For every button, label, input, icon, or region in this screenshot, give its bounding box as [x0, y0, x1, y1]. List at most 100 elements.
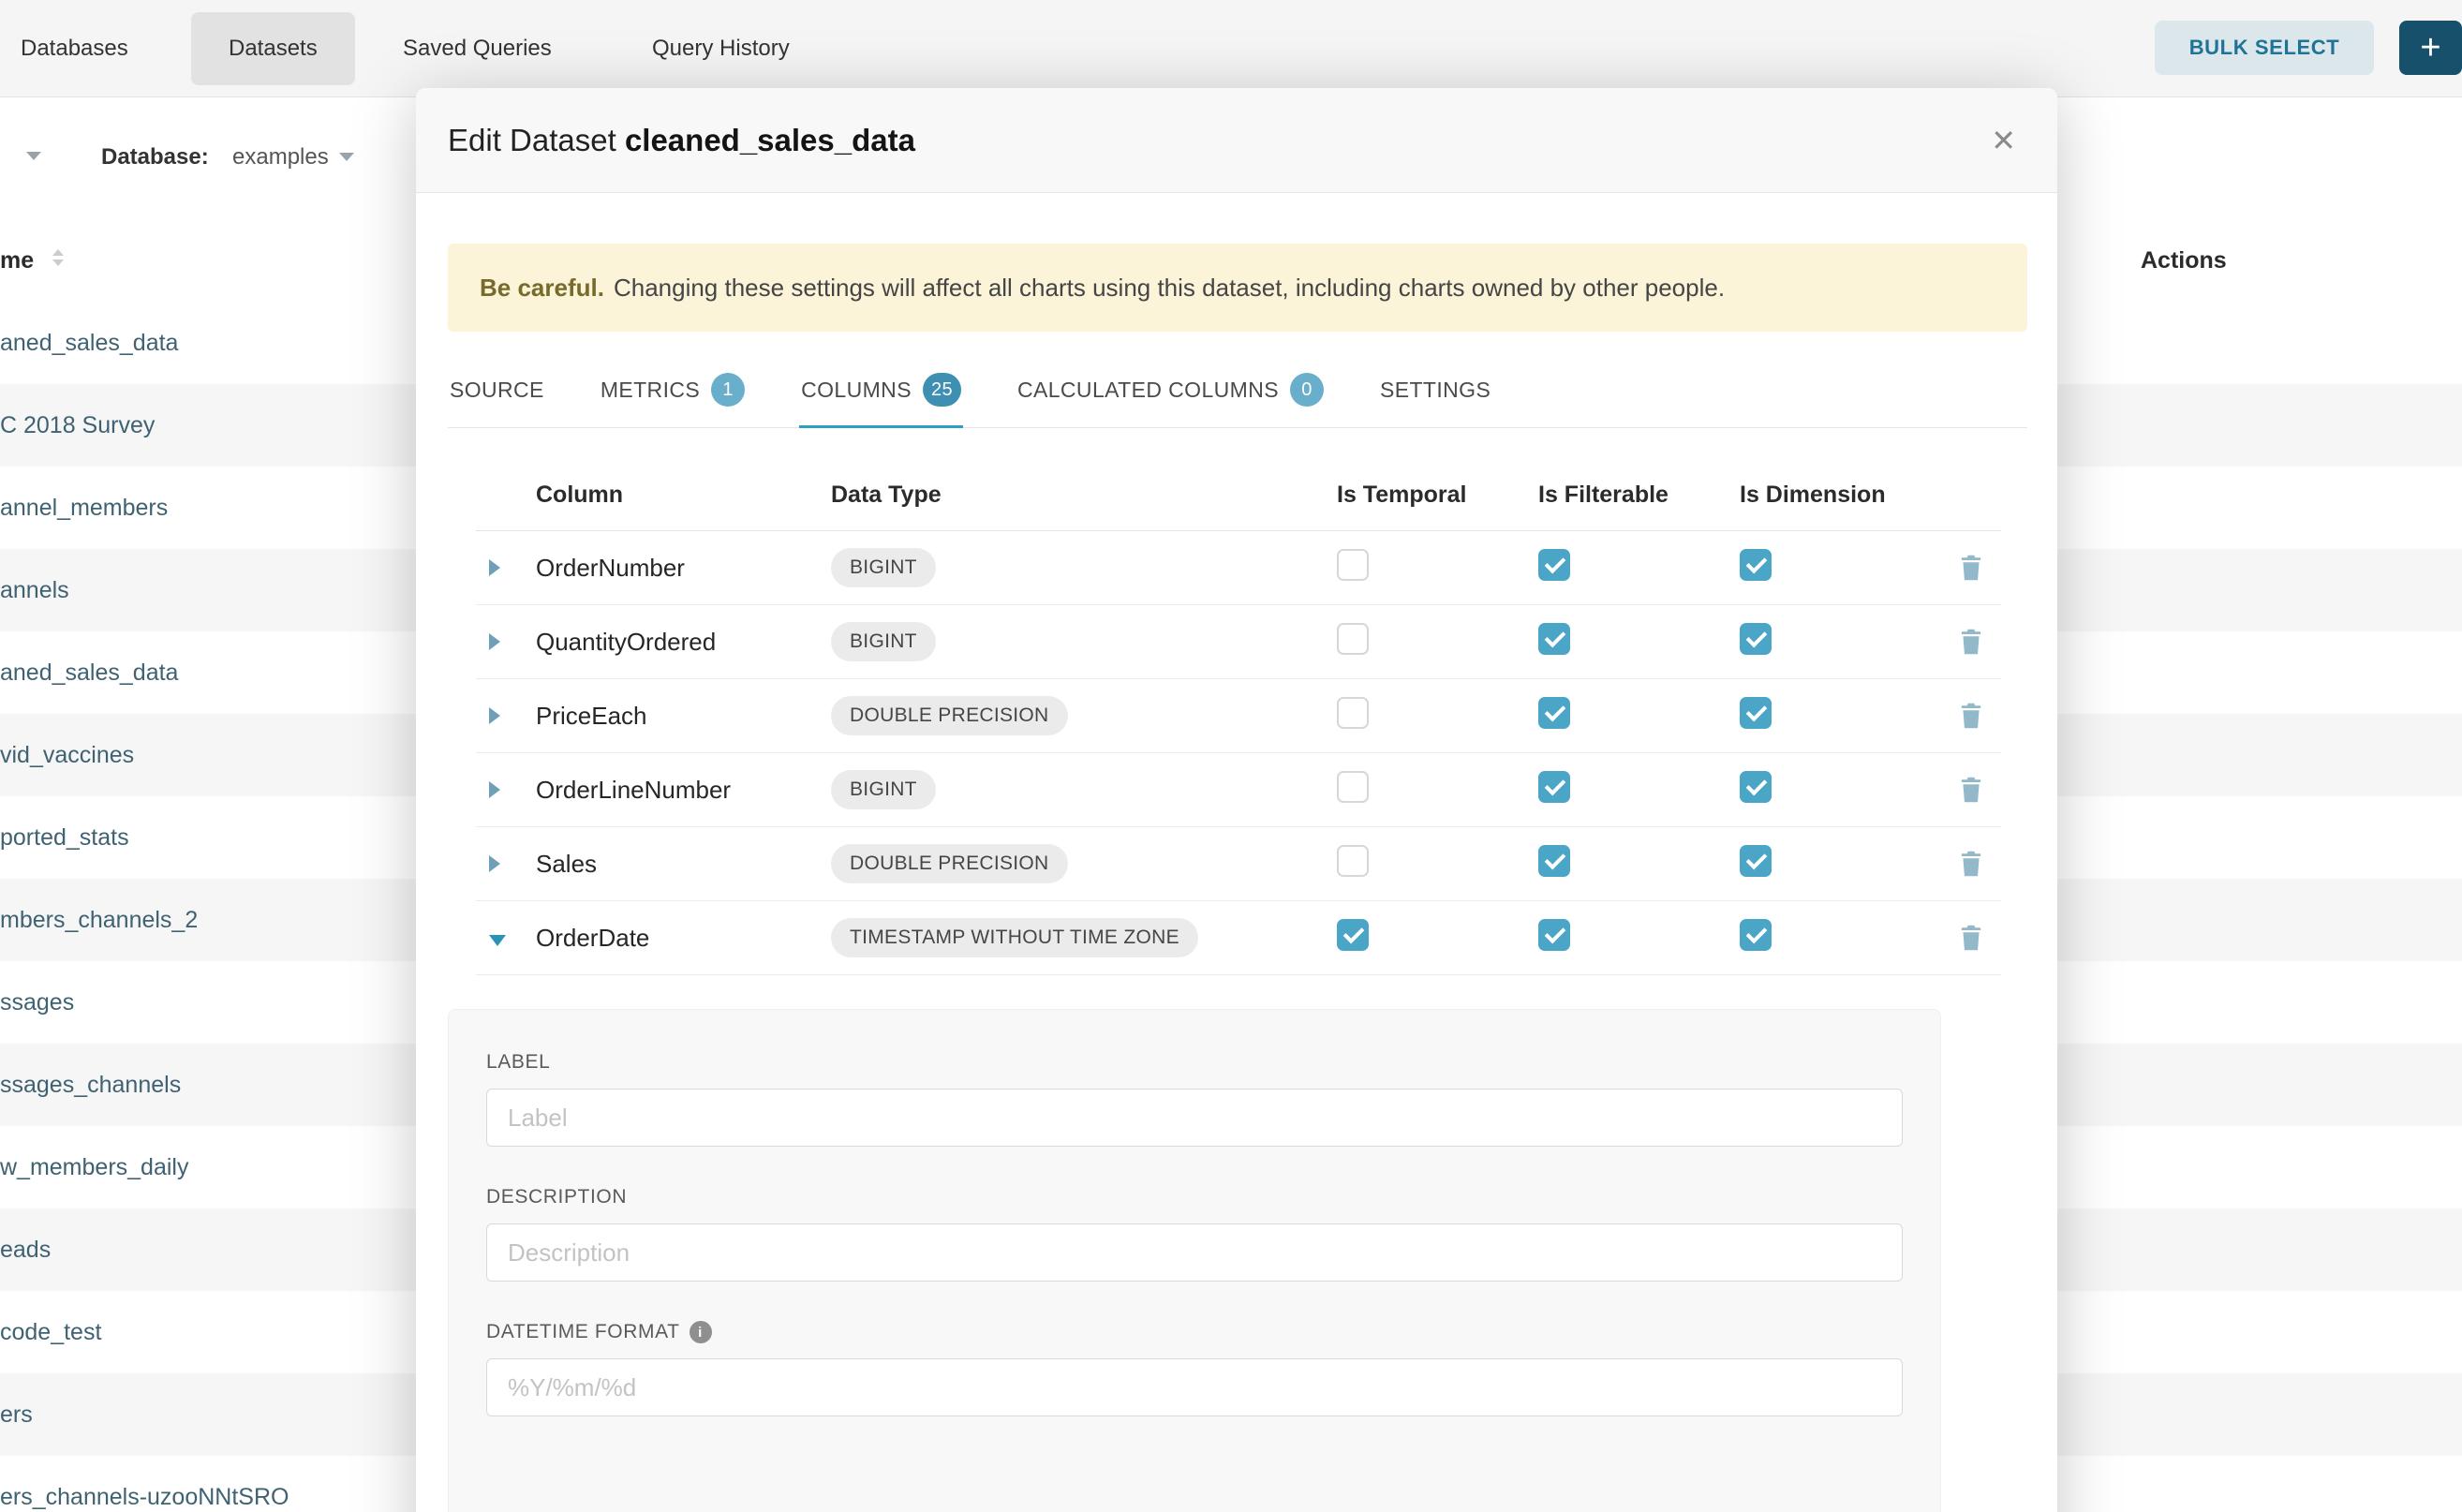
modal-title-prefix: Edit Dataset — [448, 123, 616, 157]
expand-caret-icon[interactable] — [489, 633, 500, 650]
dataset-link[interactable]: code_test — [0, 1319, 101, 1346]
database-filter-value[interactable]: examples — [232, 144, 329, 170]
tab-settings[interactable]: SETTINGS — [1378, 358, 1492, 427]
data-type-pill: TIMESTAMP WITHOUT TIME ZONE — [831, 918, 1198, 957]
app-screen: me Actions aned_sales_data C 2018 Survey… — [0, 0, 2462, 1512]
expand-caret-icon[interactable] — [489, 781, 500, 798]
tab-label: METRICS — [601, 378, 700, 403]
is-filterable-checkbox[interactable] — [1538, 845, 1570, 877]
expand-caret-icon[interactable] — [489, 559, 500, 576]
column-row-ordernumber: OrderNumber BIGINT — [476, 531, 2001, 605]
is-dimension-checkbox[interactable] — [1740, 771, 1772, 803]
description-field-label-text: DESCRIPTION — [486, 1186, 627, 1208]
column-row-orderlinenumber: OrderLineNumber BIGINT — [476, 753, 2001, 827]
warning-text: Changing these settings will affect all … — [614, 274, 1725, 303]
trash-icon[interactable] — [1958, 702, 1984, 730]
nav-tab-query-history[interactable]: Query History — [652, 0, 790, 97]
tab-calculated-columns[interactable]: CALCULATED COLUMNS 0 — [1016, 358, 1326, 427]
is-filterable-checkbox[interactable] — [1538, 697, 1570, 729]
dataset-link[interactable]: C 2018 Survey — [0, 412, 155, 439]
is-dimension-checkbox[interactable] — [1740, 549, 1772, 581]
nav-tab-datasets[interactable]: Datasets — [191, 12, 355, 85]
tab-label: SOURCE — [450, 378, 544, 403]
info-icon: i — [690, 1321, 712, 1343]
is-temporal-checkbox[interactable] — [1337, 919, 1369, 951]
data-type-pill: BIGINT — [831, 622, 936, 661]
is-temporal-checkbox[interactable] — [1337, 623, 1369, 655]
name-column-header[interactable]: me — [0, 247, 34, 274]
nav-tab-databases[interactable]: Databases — [21, 0, 128, 97]
tab-source[interactable]: SOURCE — [448, 358, 546, 427]
is-filterable-checkbox[interactable] — [1538, 919, 1570, 951]
dataset-link[interactable]: aned_sales_data — [0, 330, 178, 357]
is-filterable-checkbox[interactable] — [1538, 549, 1570, 581]
datetime-format-input[interactable] — [486, 1358, 1903, 1416]
sort-icon[interactable] — [52, 249, 64, 266]
is-dimension-checkbox[interactable] — [1740, 919, 1772, 951]
edit-dataset-modal: Edit Dataset cleaned_sales_data ✕ Be car… — [416, 88, 2057, 1512]
column-row-priceeach: PriceEach DOUBLE PRECISION — [476, 679, 2001, 753]
dataset-link[interactable]: vid_vaccines — [0, 742, 134, 769]
nav-tab-saved-queries[interactable]: Saved Queries — [403, 0, 552, 97]
trash-icon[interactable] — [1958, 924, 1984, 952]
dataset-link[interactable]: eads — [0, 1237, 51, 1264]
dataset-link[interactable]: ers_channels-uzooNNtSRO — [0, 1484, 289, 1511]
column-name: PriceEach — [536, 702, 831, 731]
tab-badge: 1 — [711, 373, 745, 407]
data-type-header: Data Type — [831, 482, 1337, 509]
modal-title-dataset-name: cleaned_sales_data — [625, 123, 915, 157]
description-input[interactable] — [486, 1223, 1903, 1282]
close-icon[interactable]: ✕ — [1991, 123, 2016, 158]
is-temporal-checkbox[interactable] — [1337, 771, 1369, 803]
expand-caret-icon[interactable] — [489, 855, 500, 872]
is-dimension-checkbox[interactable] — [1740, 845, 1772, 877]
tab-metrics[interactable]: METRICS 1 — [599, 358, 747, 427]
dataset-link[interactable]: aned_sales_data — [0, 660, 178, 687]
trash-icon[interactable] — [1958, 554, 1984, 582]
modal-header: Edit Dataset cleaned_sales_data ✕ — [416, 88, 2057, 193]
dataset-link[interactable]: ported_stats — [0, 824, 129, 852]
is-temporal-checkbox[interactable] — [1337, 845, 1369, 877]
warning-banner: Be careful. Changing these settings will… — [448, 244, 2027, 332]
collapse-caret-icon[interactable] — [489, 935, 506, 946]
is-temporal-checkbox[interactable] — [1337, 549, 1369, 581]
actions-column-header: Actions — [2141, 247, 2227, 274]
dataset-link[interactable]: ers — [0, 1401, 33, 1429]
warning-bold: Be careful. — [480, 274, 604, 303]
expand-caret-icon[interactable] — [489, 707, 500, 724]
trash-icon[interactable] — [1958, 776, 1984, 804]
dataset-link[interactable]: mbers_channels_2 — [0, 907, 198, 934]
top-nav: Databases Datasets Saved Queries Query H… — [0, 0, 2462, 97]
tab-columns[interactable]: COLUMNS 25 — [799, 358, 963, 427]
dataset-link[interactable]: ssages_channels — [0, 1072, 181, 1099]
dataset-link[interactable]: ssages — [0, 989, 74, 1016]
dataset-link[interactable]: w_members_daily — [0, 1154, 188, 1181]
trash-icon[interactable] — [1958, 628, 1984, 656]
label-field-label: LABEL — [486, 1051, 1903, 1074]
modal-title: Edit Dataset cleaned_sales_data — [448, 123, 915, 158]
columns-table-header: Column Data Type Is Temporal Is Filterab… — [476, 460, 2001, 531]
is-temporal-checkbox[interactable] — [1337, 697, 1369, 729]
columns-table: Column Data Type Is Temporal Is Filterab… — [476, 460, 2001, 975]
trash-icon[interactable] — [1958, 850, 1984, 878]
data-type-pill: DOUBLE PRECISION — [831, 696, 1068, 735]
data-type-pill: DOUBLE PRECISION — [831, 844, 1068, 883]
is-filterable-checkbox[interactable] — [1538, 623, 1570, 655]
is-filterable-header: Is Filterable — [1538, 482, 1740, 509]
database-caret-icon[interactable] — [339, 153, 354, 161]
bulk-select-button[interactable]: BULK SELECT — [2155, 21, 2374, 75]
is-dimension-checkbox[interactable] — [1740, 623, 1772, 655]
column-name: QuantityOrdered — [536, 628, 831, 657]
plus-icon: + — [2420, 30, 2440, 66]
filter-caret-icon[interactable] — [26, 152, 41, 160]
dataset-link[interactable]: annel_members — [0, 495, 168, 522]
column-name: OrderDate — [536, 924, 831, 953]
add-dataset-button[interactable]: + — [2399, 21, 2462, 75]
dataset-link[interactable]: annels — [0, 577, 69, 604]
is-dimension-checkbox[interactable] — [1740, 697, 1772, 729]
data-type-pill: BIGINT — [831, 548, 936, 587]
column-header: Column — [536, 482, 831, 509]
label-input[interactable] — [486, 1089, 1903, 1147]
is-filterable-checkbox[interactable] — [1538, 771, 1570, 803]
column-row-sales: Sales DOUBLE PRECISION — [476, 827, 2001, 901]
